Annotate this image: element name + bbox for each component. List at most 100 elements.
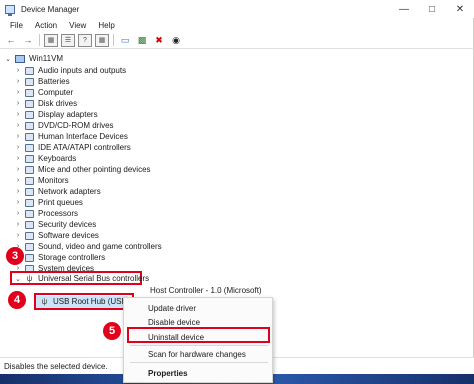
tree-category[interactable]: ›Storage controllers — [14, 252, 105, 263]
tree-root[interactable]: ⌄ Win11VM — [4, 53, 63, 64]
category-label: Audio inputs and outputs — [38, 66, 127, 75]
processor-icon — [25, 209, 34, 218]
category-label: Keyboards — [38, 154, 77, 163]
tree-category[interactable]: › Batteries — [14, 76, 70, 87]
close-icon[interactable]: ✕ — [446, 0, 474, 18]
chevron-right-icon[interactable]: › — [14, 188, 22, 195]
chevron-right-icon[interactable]: › — [14, 155, 22, 162]
step-badge-5: 5 — [103, 322, 121, 340]
menu-properties[interactable]: Properties — [148, 369, 188, 378]
chevron-right-icon[interactable]: › — [14, 67, 22, 74]
device-manager-icon — [5, 4, 15, 16]
chevron-down-icon[interactable]: ⌄ — [14, 275, 22, 283]
toolbar-divider — [39, 34, 40, 46]
chevron-right-icon[interactable]: › — [14, 199, 22, 206]
tree-category[interactable]: › Mice and other pointing devices — [14, 164, 151, 175]
category-label: Disk drives — [38, 99, 78, 108]
tree-device[interactable]: Host Controller - 1.0 (Microsoft) — [150, 285, 262, 296]
tree-category[interactable]: › Disk drives — [14, 98, 77, 109]
menu-scan-hardware[interactable]: Scan for hardware changes — [148, 350, 246, 359]
chevron-right-icon[interactable]: › — [14, 232, 22, 239]
menu-action[interactable]: Action — [29, 21, 63, 30]
menu-view[interactable]: View — [63, 21, 92, 30]
tree-category[interactable]: › IDE ATA/ATAPI controllers — [14, 142, 131, 153]
computer-icon — [15, 54, 25, 63]
tree-category[interactable]: › Network adapters — [14, 186, 101, 197]
status-text: Disables the selected device. — [4, 361, 108, 371]
ide-icon — [25, 143, 34, 152]
hid-icon — [25, 132, 34, 141]
category-label: Storage controllers — [38, 253, 106, 262]
category-label: IDE ATA/ATAPI controllers — [38, 143, 131, 152]
menu-file[interactable]: File — [4, 21, 29, 30]
menu-update-driver[interactable]: Update driver — [148, 304, 196, 313]
security-icon — [25, 220, 34, 229]
tree-root-label: Win11VM — [29, 54, 64, 63]
add-driver-icon[interactable]: ▩ — [135, 34, 149, 47]
tree-category[interactable]: › Keyboards — [14, 153, 76, 164]
tree-category[interactable]: › Computer — [14, 87, 73, 98]
category-label: Mice and other pointing devices — [38, 165, 151, 174]
tree-category[interactable]: › Software devices — [14, 230, 99, 241]
chevron-right-icon[interactable]: › — [14, 210, 22, 217]
usb-icon: ψ — [41, 297, 48, 306]
chevron-right-icon[interactable]: › — [14, 78, 22, 85]
tree-category[interactable]: › Human Interface Devices — [14, 131, 128, 142]
category-label: Display adapters — [38, 110, 98, 119]
chevron-down-icon[interactable]: ⌄ — [4, 55, 12, 63]
menu-disable-device[interactable]: Disable device — [148, 318, 200, 327]
view-icon[interactable]: ▦ — [95, 33, 109, 47]
monitor-icon[interactable]: ▭ — [118, 34, 132, 47]
tree-category[interactable]: › Monitors — [14, 175, 69, 186]
chevron-right-icon[interactable]: › — [14, 122, 22, 129]
forward-arrow-icon[interactable]: → — [21, 34, 35, 47]
minimize-icon[interactable]: — — [390, 0, 418, 18]
printer-icon — [25, 198, 34, 207]
chevron-right-icon[interactable]: › — [14, 221, 22, 228]
chevron-right-icon[interactable]: › — [14, 89, 22, 96]
highlight-box-uninstall — [127, 327, 270, 343]
mouse-icon — [25, 165, 34, 174]
network-icon — [25, 187, 34, 196]
chevron-right-icon[interactable]: › — [14, 100, 22, 107]
category-label: Security devices — [38, 220, 97, 229]
chevron-right-icon[interactable]: › — [14, 133, 22, 140]
maximize-icon[interactable]: □ — [418, 0, 446, 18]
disk-icon — [25, 99, 34, 108]
tree-category[interactable]: › Security devices — [14, 219, 96, 230]
menu-divider — [130, 345, 268, 346]
chevron-right-icon[interactable]: › — [14, 111, 22, 118]
help-icon[interactable]: ? — [78, 33, 92, 47]
toolbar: ← → ▦ ☰ ? ▦ ▭ ▩ ✖ ◉ — [0, 32, 474, 49]
category-label: Computer — [38, 88, 74, 97]
toolbar-divider — [113, 34, 114, 46]
step-badge-4: 4 — [8, 291, 26, 309]
tree-category[interactable]: › Audio inputs and outputs — [14, 65, 126, 76]
tree-category[interactable]: › Display adapters — [14, 109, 98, 120]
menu-divider — [130, 362, 268, 363]
chevron-right-icon[interactable]: › — [14, 166, 22, 173]
title-bar: Device Manager — □ ✕ — [0, 0, 474, 18]
back-arrow-icon[interactable]: ← — [4, 34, 18, 47]
storage-icon — [25, 253, 34, 262]
sound-icon — [25, 242, 34, 251]
tree-category-usb[interactable]: ⌄ ψ Universal Serial Bus controllers — [14, 273, 149, 284]
chevron-right-icon[interactable]: › — [14, 144, 22, 151]
update-driver-icon[interactable]: ◉ — [169, 34, 183, 47]
category-label: Sound, video and game controllers — [38, 242, 162, 251]
audio-icon — [25, 66, 34, 75]
uninstall-icon[interactable]: ✖ — [152, 34, 166, 47]
chevron-right-icon[interactable]: › — [14, 177, 22, 184]
category-label: Network adapters — [38, 187, 101, 196]
details-icon[interactable]: ☰ — [61, 33, 75, 47]
category-label: Batteries — [38, 77, 70, 86]
menu-help[interactable]: Help — [92, 21, 120, 30]
properties-icon[interactable]: ▦ — [44, 33, 58, 47]
step-badge-3: 3 — [6, 247, 24, 265]
tree-category[interactable]: › Processors — [14, 208, 78, 219]
window-controls: — □ ✕ — [390, 0, 474, 18]
keyboard-icon — [25, 154, 34, 163]
tree-category[interactable]: › DVD/CD-ROM drives — [14, 120, 114, 131]
tree-category[interactable]: › Sound, video and game controllers — [14, 241, 162, 252]
tree-category[interactable]: › Print queues — [14, 197, 83, 208]
